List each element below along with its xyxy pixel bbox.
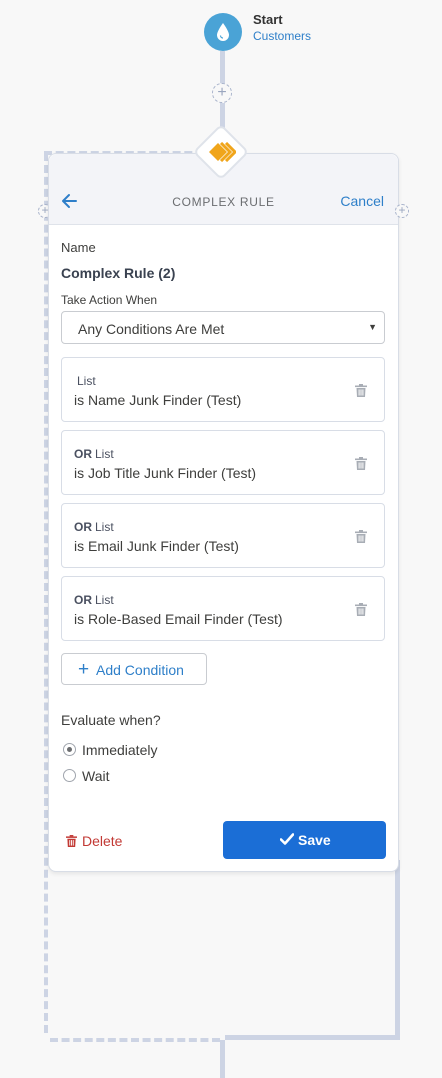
water-drop-icon	[217, 23, 229, 41]
connector-line	[395, 860, 400, 1035]
condition-type: OR List	[74, 593, 114, 607]
condition-type: List	[74, 374, 96, 388]
radio-immediately-label[interactable]: Immediately	[82, 742, 157, 758]
start-node[interactable]	[204, 13, 242, 51]
take-action-label: Take Action When	[61, 293, 158, 307]
evaluate-label: Evaluate when?	[61, 712, 161, 728]
condition-type-label: List	[77, 374, 96, 388]
chevrons-right-icon	[209, 142, 236, 162]
add-branch-plus-right-icon[interactable]: +	[395, 204, 409, 218]
chevron-down-icon: ▼	[368, 322, 377, 332]
trash-icon[interactable]	[355, 530, 367, 543]
condition-type-label: List	[95, 520, 114, 534]
start-title: Start	[253, 12, 283, 27]
radio-immediately[interactable]	[63, 743, 76, 756]
plus-icon: +	[78, 659, 90, 680]
condition-operator: OR	[74, 447, 92, 461]
condition-card[interactable]: OR List is Email Junk Finder (Test)	[61, 503, 385, 568]
radio-wait-label[interactable]: Wait	[82, 768, 109, 784]
connector-line	[225, 1035, 400, 1040]
complex-rule-panel: COMPLEX RULE Cancel Name Complex Rule (2…	[48, 153, 399, 872]
add-condition-label: Add Condition	[96, 662, 184, 678]
add-condition-button[interactable]: + Add Condition	[61, 653, 207, 685]
condition-operator: OR	[74, 593, 92, 607]
trash-icon[interactable]	[355, 603, 367, 616]
name-label: Name	[61, 240, 96, 255]
condition-operator: OR	[74, 520, 92, 534]
take-action-select[interactable]: Any Conditions Are Met ▼	[61, 311, 385, 344]
condition-type: OR List	[74, 447, 114, 461]
save-label: Save	[298, 832, 331, 848]
start-subtitle[interactable]: Customers	[253, 29, 311, 43]
dashed-branch-bottom	[50, 1038, 220, 1042]
cancel-button[interactable]: Cancel	[340, 193, 384, 209]
condition-text: is Role-Based Email Finder (Test)	[74, 611, 283, 627]
condition-type-label: List	[95, 593, 114, 607]
condition-text: is Name Junk Finder (Test)	[74, 392, 242, 408]
condition-text: is Email Junk Finder (Test)	[74, 538, 239, 554]
take-action-value: Any Conditions Are Met	[78, 321, 225, 337]
connector-line	[220, 51, 225, 86]
condition-type-label: List	[95, 447, 114, 461]
condition-type: OR List	[74, 520, 114, 534]
delete-label: Delete	[82, 833, 123, 849]
trash-icon[interactable]	[355, 384, 367, 397]
checkmark-icon	[280, 833, 294, 845]
trash-icon	[66, 835, 77, 847]
condition-card[interactable]: OR List is Job Title Junk Finder (Test)	[61, 430, 385, 495]
rule-name-value[interactable]: Complex Rule (2)	[61, 265, 175, 281]
condition-text: is Job Title Junk Finder (Test)	[74, 465, 257, 481]
add-step-plus-icon[interactable]: +	[212, 83, 232, 103]
condition-card[interactable]: List is Name Junk Finder (Test)	[61, 357, 385, 422]
connector-line	[220, 1040, 225, 1078]
radio-wait[interactable]	[63, 769, 76, 782]
save-button[interactable]: Save	[223, 821, 386, 859]
trash-icon[interactable]	[355, 457, 367, 470]
condition-card[interactable]: OR List is Role-Based Email Finder (Test)	[61, 576, 385, 641]
